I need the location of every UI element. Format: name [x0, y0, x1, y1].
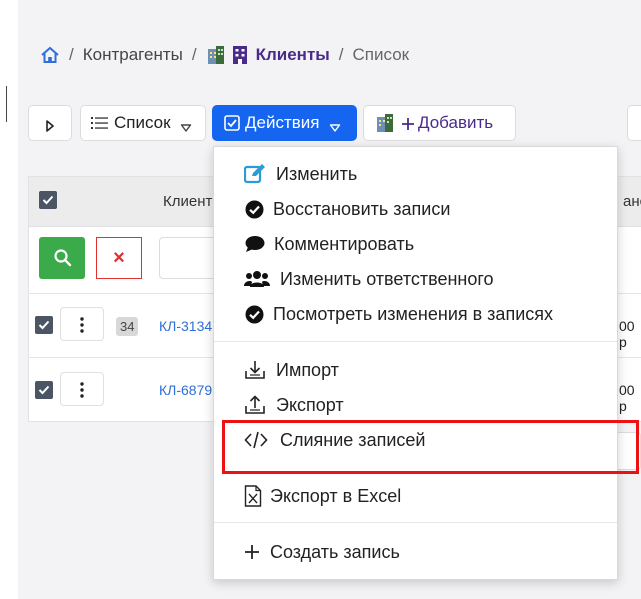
view-list-dropdown[interactable]: Список [80, 105, 206, 141]
building-dark-icon [232, 45, 248, 65]
breadcrumb-separator: / [338, 45, 344, 64]
caret-down-icon [329, 118, 341, 132]
clear-filter-button[interactable]: × [96, 237, 142, 279]
menu-item-create-record[interactable]: Создать запись [214, 535, 617, 569]
menu-item-label: Посмотреть изменения в записях [273, 303, 553, 324]
building-icon [206, 45, 226, 65]
more-vertical-icon [80, 382, 84, 398]
play-icon [45, 117, 55, 132]
menu-item-import[interactable]: Импорт [214, 353, 617, 387]
menu-item-label: Создать запись [270, 541, 400, 562]
checkbox-icon [224, 115, 240, 131]
breadcrumb-clients[interactable]: Клиенты [256, 45, 330, 65]
export-icon [244, 394, 266, 416]
menu-item-view-changes[interactable]: Посмотреть изменения в записях [214, 297, 617, 331]
row-checkbox[interactable] [35, 381, 53, 399]
row-record-link[interactable]: КЛ-6879 [159, 382, 212, 398]
actions-dropdown-menu: Изменить Восстановить записи Комментиров… [213, 146, 618, 580]
caret-down-icon [180, 118, 192, 132]
menu-item-label: Восстановить записи [273, 198, 451, 219]
menu-item-edit[interactable]: Изменить [214, 157, 617, 191]
close-icon: × [113, 246, 125, 269]
import-icon [244, 359, 266, 381]
comment-icon [245, 235, 265, 253]
row-checkbox[interactable] [35, 316, 53, 334]
menu-item-export-excel[interactable]: Экспорт в Excel [214, 479, 617, 513]
menu-divider [214, 522, 617, 523]
menu-item-label: Экспорт [276, 394, 344, 415]
plus-icon [244, 544, 260, 560]
menu-item-restore[interactable]: Восстановить записи [214, 192, 617, 226]
search-button[interactable] [39, 237, 85, 279]
breadcrumb: / Контрагенты / Клиенты / Список [40, 44, 409, 66]
search-icon [53, 248, 73, 268]
check-circle-icon [245, 200, 264, 219]
actions-dropdown-button[interactable]: Действия [212, 105, 357, 141]
menu-item-change-owner[interactable]: Изменить ответственного [214, 262, 617, 296]
merge-records-highlight-box [222, 420, 639, 474]
row-menu-button[interactable] [60, 307, 104, 341]
column-header-client[interactable]: Клиент [163, 193, 212, 210]
row-amount-partial: 00 р [619, 382, 635, 414]
add-label: Добавить [418, 113, 494, 132]
breadcrumb-counterparties[interactable]: Контрагенты [83, 45, 183, 65]
filter-input[interactable] [159, 237, 219, 279]
edit-icon [243, 163, 266, 185]
list-icon [91, 115, 109, 131]
left-edge-divider [6, 86, 7, 122]
breadcrumb-separator: / [69, 45, 74, 64]
column-header-partial[interactable]: анс [623, 193, 641, 210]
breadcrumb-list: Список [352, 45, 410, 64]
plus-icon [401, 116, 415, 130]
toolbar-right-button[interactable] [627, 105, 641, 141]
row-amount-partial: 00 р [619, 318, 635, 350]
menu-item-label: Импорт [276, 359, 339, 380]
row-menu-button[interactable] [60, 372, 104, 406]
row-record-link[interactable]: КЛ-3134 [159, 318, 212, 334]
menu-item-label: Комментировать [274, 233, 415, 254]
check-circle-icon [245, 305, 264, 324]
building-icon [375, 113, 395, 133]
actions-label: Действия [245, 113, 320, 132]
excel-file-icon [244, 485, 262, 507]
menu-item-comment[interactable]: Комментировать [214, 227, 617, 261]
breadcrumb-separator: / [191, 45, 197, 64]
menu-item-label: Изменить [276, 163, 358, 184]
home-icon[interactable] [40, 45, 60, 65]
users-icon [244, 270, 270, 288]
more-vertical-icon [80, 317, 84, 333]
toggle-sidebar-button[interactable] [28, 105, 72, 141]
menu-item-label: Изменить ответственного [280, 268, 494, 289]
row-count-badge: 34 [116, 317, 139, 336]
menu-item-label: Экспорт в Excel [270, 485, 402, 506]
add-record-button[interactable]: Добавить [363, 105, 516, 141]
menu-item-export[interactable]: Экспорт [214, 388, 617, 422]
view-list-label: Список [114, 113, 171, 132]
select-all-checkbox[interactable] [39, 191, 57, 209]
menu-divider [214, 341, 617, 342]
